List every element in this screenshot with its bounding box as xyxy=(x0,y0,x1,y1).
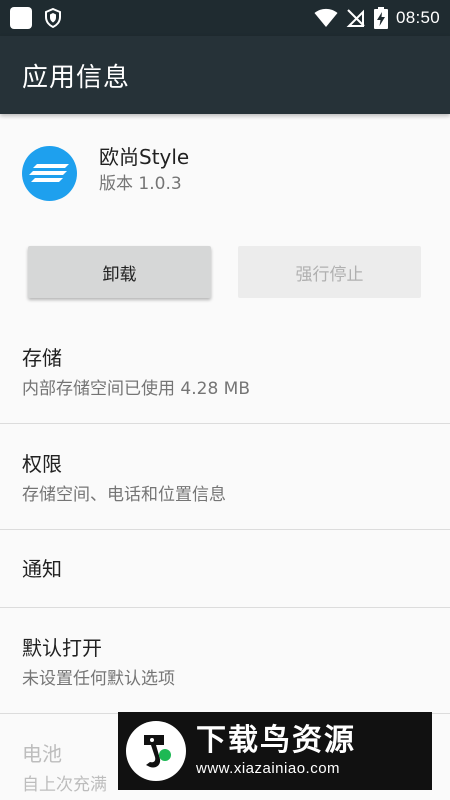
app-bar: 应用信息 xyxy=(0,36,450,114)
permissions-title: 权限 xyxy=(22,452,62,476)
wifi-icon xyxy=(314,8,338,27)
storage-title: 存储 xyxy=(22,346,62,370)
status-bar: 08:50 xyxy=(0,0,450,36)
watermark-url: www.xiazainiao.com xyxy=(196,760,341,777)
app-logo-icon xyxy=(22,145,77,201)
open-by-default-title: 默认打开 xyxy=(22,636,102,660)
force-stop-button[interactable]: 强行停止 xyxy=(238,246,421,298)
storage-subtitle: 内部存储空间已使用 4.28 MB xyxy=(22,379,250,399)
shield-icon xyxy=(45,8,61,28)
watermark-title: 下载鸟资源 xyxy=(196,723,356,758)
battery-charging-icon xyxy=(373,7,388,29)
permissions-item[interactable]: 权限 存储空间、电话和位置信息 xyxy=(0,424,450,530)
notifications-title: 通知 xyxy=(22,556,62,581)
uninstall-button[interactable]: 卸载 xyxy=(28,246,211,298)
page-title: 应用信息 xyxy=(22,62,131,93)
permissions-subtitle: 存储空间、电话和位置信息 xyxy=(22,485,226,505)
open-by-default-item[interactable]: 默认打开 未设置任何默认选项 xyxy=(0,608,450,714)
app-notification-icon xyxy=(10,7,32,29)
notifications-item[interactable]: 通知 xyxy=(0,530,450,608)
open-by-default-subtitle: 未设置任何默认选项 xyxy=(22,669,175,689)
action-buttons: 卸载 强行停止 xyxy=(0,246,450,300)
watermark-bird-icon xyxy=(126,721,186,781)
app-name: 欧尚Style xyxy=(99,145,190,169)
app-header: 欧尚Style 版本 1.0.3 xyxy=(0,114,450,232)
status-time: 08:50 xyxy=(395,8,440,27)
no-sim-icon xyxy=(346,9,365,27)
app-version: 版本 1.0.3 xyxy=(99,174,182,194)
watermark-banner: 下载鸟资源 www.xiazainiao.com xyxy=(118,712,432,790)
storage-item[interactable]: 存储 内部存储空间已使用 4.28 MB xyxy=(0,318,450,424)
